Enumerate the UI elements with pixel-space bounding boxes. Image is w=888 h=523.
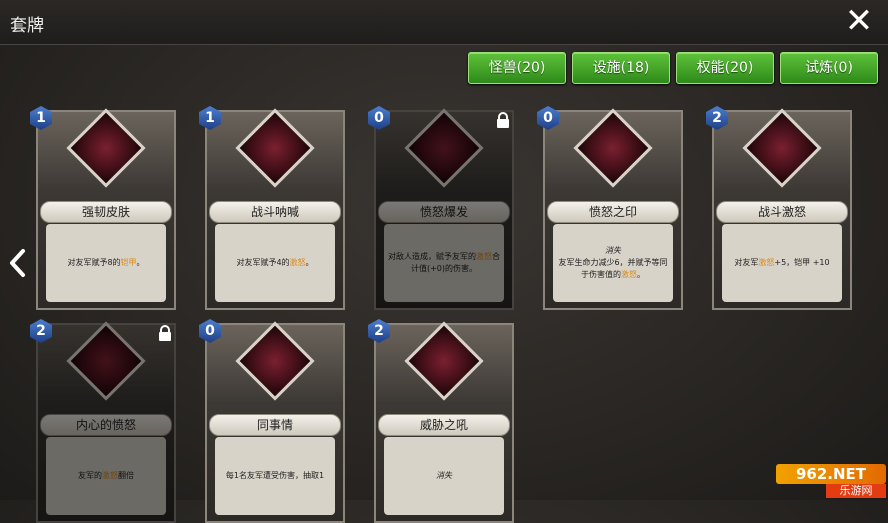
card-art <box>66 321 146 401</box>
card-art <box>573 108 653 188</box>
card-art <box>66 108 146 188</box>
card-4[interactable]: 战斗激怒 对友军激怒+5，铠甲 +10 2 <box>706 106 852 310</box>
card-name: 强韧皮肤 <box>40 201 172 223</box>
lock-icon <box>159 325 171 341</box>
card-art <box>235 108 315 188</box>
card-art <box>404 321 484 401</box>
site-watermark: 962.NET 乐游网 <box>776 464 886 498</box>
card-name: 内心的愤怒 <box>40 414 172 436</box>
top-bar: 套牌 ✕ <box>0 0 888 45</box>
filter-power-button[interactable]: 权能(20) <box>676 52 774 84</box>
card-description: 友军的激怒翻倍 <box>46 437 166 515</box>
card-description: 消失 友军生命力减少6，并赋予等同于伤害值的激怒。 <box>553 224 673 302</box>
card-name: 愤怒爆发 <box>378 201 510 223</box>
card-description: 每1名友军遭受伤害，抽取1 <box>215 437 335 515</box>
filter-monster-button[interactable]: 怪兽(20) <box>468 52 566 84</box>
watermark-subtitle: 乐游网 <box>826 484 886 498</box>
card-3[interactable]: 愤怒之印 消失 友军生命力减少6，并赋予等同于伤害值的激怒。 0 <box>537 106 683 310</box>
card-5[interactable]: 内心的愤怒 友军的激怒翻倍 2 <box>30 319 176 523</box>
card-2[interactable]: 愤怒爆发 对敌人造成，赋予友军的激怒合计值(+0)的伤害。 0 <box>368 106 514 310</box>
card-0[interactable]: 强韧皮肤 对友军赋予8的铠甲。 1 <box>30 106 176 310</box>
card-description: 对敌人造成，赋予友军的激怒合计值(+0)的伤害。 <box>384 224 504 302</box>
filter-facility-button[interactable]: 设施(18) <box>572 52 670 84</box>
watermark-logo: 962.NET <box>776 464 886 484</box>
card-1[interactable]: 战斗呐喊 对友军赋予4的激怒。 1 <box>199 106 345 310</box>
card-description: 对友军赋予8的铠甲。 <box>46 224 166 302</box>
card-description: 对友军赋予4的激怒。 <box>215 224 335 302</box>
card-7[interactable]: 威胁之吼 消失 2 <box>368 319 514 523</box>
card-description: 消失 <box>384 437 504 515</box>
card-name: 同事情 <box>209 414 341 436</box>
card-name: 威胁之吼 <box>378 414 510 436</box>
lock-icon <box>497 112 509 128</box>
close-icon[interactable]: ✕ <box>842 4 876 38</box>
card-description: 对友军激怒+5，铠甲 +10 <box>722 224 842 302</box>
card-art <box>235 321 315 401</box>
page-title: 套牌 <box>10 16 44 36</box>
card-6[interactable]: 同事情 每1名友军遭受伤害，抽取1 0 <box>199 319 345 523</box>
filter-trial-button[interactable]: 试炼(0) <box>780 52 878 84</box>
left-arrow-icon[interactable] <box>8 248 28 278</box>
card-name: 战斗呐喊 <box>209 201 341 223</box>
card-art <box>742 108 822 188</box>
card-name: 愤怒之印 <box>547 201 679 223</box>
card-name: 战斗激怒 <box>716 201 848 223</box>
card-art <box>404 108 484 188</box>
